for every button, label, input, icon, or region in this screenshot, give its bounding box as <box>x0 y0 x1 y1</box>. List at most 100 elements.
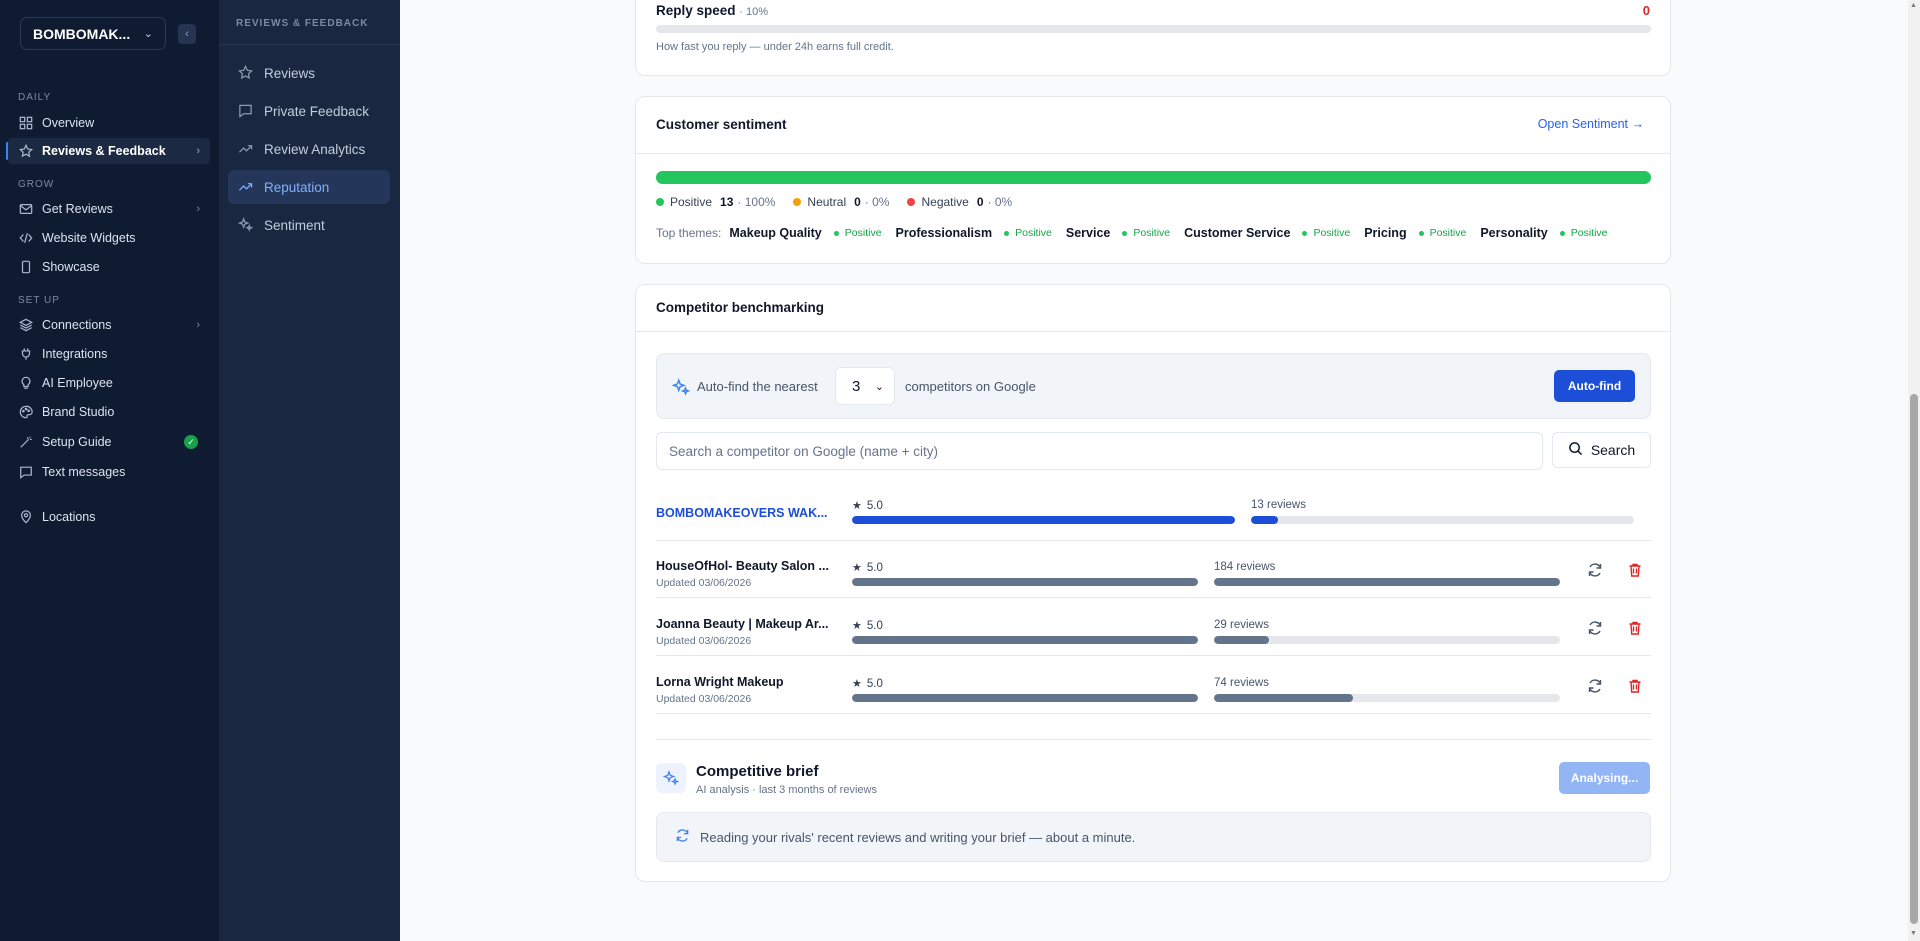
analysing-button[interactable]: Analysing... <box>1559 762 1650 794</box>
chevron-down-icon: ⌄ <box>874 380 884 393</box>
rating: ★ 5.0 <box>852 619 883 633</box>
negative-dot <box>907 198 916 206</box>
rating-value: 5.0 <box>866 561 883 574</box>
star-icon: ★ <box>852 500 862 512</box>
workspace-switcher[interactable]: BOMBOMAK... ⌄ <box>20 17 166 50</box>
subnav-item-reviews[interactable]: Reviews <box>228 56 390 90</box>
theme-badge: Positive <box>1302 227 1350 239</box>
competitor-name: Lorna Wright Makeup <box>656 675 784 689</box>
sidebar-item-brand-studio[interactable]: Brand Studio <box>8 399 210 425</box>
scroll-down-arrow[interactable]: ▼ <box>1910 930 1917 937</box>
sentiment-bar <box>656 171 1651 184</box>
sidebar-item-label: Reviews & Feedback <box>42 144 166 158</box>
reply-speed-title: Reply speed · 10% <box>656 3 768 18</box>
star-icon: ★ <box>852 562 862 574</box>
neutral-dot <box>793 198 802 206</box>
competitor-row: Lorna Wright Makeup Updated 03/06/2026 ★… <box>656 657 1651 714</box>
search-button-label: Search <box>1590 442 1636 458</box>
subnav-item-label: Private Feedback <box>264 103 370 119</box>
divider <box>636 331 1670 332</box>
palette-icon <box>18 404 34 420</box>
subnav-item-sentiment[interactable]: Sentiment <box>228 208 390 242</box>
positive-pct: · 100% <box>737 195 776 209</box>
layers-icon <box>18 317 34 333</box>
sidebar-item-get-reviews[interactable]: Get Reviews › <box>8 196 210 222</box>
review-count-bar <box>1214 578 1560 586</box>
review-count-bar-fill <box>1251 516 1278 524</box>
rating-bar <box>852 636 1198 644</box>
legend-neutral: Neutral 0 · 0% <box>793 195 889 209</box>
rating-bar-fill <box>852 694 1198 702</box>
sidebar-item-reviews-feedback[interactable]: Reviews & Feedback › <box>6 138 210 164</box>
message-icon <box>238 103 254 119</box>
refresh-icon[interactable] <box>1587 678 1603 694</box>
autofind-prefix: Auto-find the nearest <box>697 379 818 394</box>
customer-sentiment-card: Customer sentiment Open Sentiment → Posi… <box>635 96 1671 264</box>
theme-name: Pricing <box>1364 226 1407 240</box>
trend-icon <box>238 141 254 157</box>
competitor-row: Joanna Beauty | Makeup Ar... Updated 03/… <box>656 599 1651 656</box>
rating-bar <box>852 694 1198 702</box>
open-sentiment-link[interactable]: Open Sentiment → <box>1538 117 1644 131</box>
loading-icon <box>675 828 700 846</box>
competitor-count-value: 3 <box>852 377 861 395</box>
scroll-up-arrow[interactable]: ▲ <box>1910 2 1917 9</box>
theme-name: Service <box>1065 226 1111 240</box>
competitor-search-input[interactable] <box>656 432 1543 470</box>
subnav-item-reputation[interactable]: Reputation <box>228 170 390 204</box>
subnav-item-review-analytics[interactable]: Review Analytics <box>228 132 390 166</box>
own-business-row: BOMBOMAKEOVERS WAK... ★ 5.0 13 reviews <box>656 484 1651 541</box>
workspace-name: BOMBOMAK... <box>33 25 131 42</box>
divider <box>656 739 1651 740</box>
collapse-sidebar-button[interactable]: ‹ <box>178 24 196 44</box>
legend-positive: Positive 13 · 100% <box>656 195 775 209</box>
mail-icon <box>18 201 34 217</box>
sidebar-item-label: Setup Guide <box>42 435 112 449</box>
theme-chip: Pricing Positive <box>1364 226 1466 240</box>
sparkle-icon <box>238 217 254 233</box>
sidebar-item-locations[interactable]: Locations <box>8 504 210 530</box>
sidebar-item-ai-employee[interactable]: AI Employee <box>8 370 210 396</box>
sidebar-item-label: Text messages <box>42 465 126 479</box>
competitor-row: HouseOfHol- Beauty Salon ... Updated 03/… <box>656 541 1651 598</box>
trash-icon[interactable] <box>1627 678 1643 694</box>
top-themes: Top themes: Makeup Quality Positive Profe… <box>656 226 1622 240</box>
sparkle-icon <box>671 378 691 396</box>
vertical-scrollbar[interactable]: ▲ ▼ <box>1908 0 1920 941</box>
scrollbar-thumb[interactable] <box>1910 394 1918 924</box>
sidebar-item-integrations[interactable]: Integrations <box>8 341 210 367</box>
subnav-item-label: Sentiment <box>264 217 325 233</box>
brief-status-text: Reading your rivals' recent reviews and … <box>700 829 1136 845</box>
rating-bar-fill <box>852 578 1198 586</box>
review-count: 74 reviews <box>1214 677 1269 689</box>
sidebar-item-setup-guide[interactable]: Setup Guide ✓ <box>8 429 210 455</box>
sidebar-item-connections[interactable]: Connections › <box>8 312 210 338</box>
subnav-item-private-feedback[interactable]: Private Feedback <box>228 94 390 128</box>
rating: ★ 5.0 <box>852 499 883 513</box>
sidebar-item-label: Integrations <box>42 347 108 361</box>
theme-badge: Positive <box>833 227 882 239</box>
refresh-icon[interactable] <box>1587 562 1603 578</box>
subnav-item-label: Review Analytics <box>264 141 366 157</box>
sidebar-item-text-messages[interactable]: Text messages <box>8 459 210 485</box>
reply-speed-hint: How fast you reply — under 24h earns ful… <box>656 41 894 53</box>
brief-status: Reading your rivals' recent reviews and … <box>656 812 1651 862</box>
search-button[interactable]: Search <box>1552 432 1651 468</box>
autofind-button[interactable]: Auto-find <box>1554 370 1635 402</box>
reply-speed-card: Reply speed · 10% 0 How fast you reply —… <box>635 0 1671 76</box>
sidebar-item-label: Showcase <box>42 260 100 274</box>
sidebar-item-website-widgets[interactable]: Website Widgets <box>8 225 210 251</box>
sidebar-item-showcase[interactable]: Showcase <box>8 254 210 280</box>
competitor-count-select[interactable]: 3 ⌄ <box>835 367 895 405</box>
sidebar-item-overview[interactable]: Overview <box>8 110 210 136</box>
business-name[interactable]: BOMBOMAKEOVERS WAK... <box>656 506 836 520</box>
trash-icon[interactable] <box>1627 620 1643 636</box>
trash-icon[interactable] <box>1627 562 1643 578</box>
theme-badge-label: Positive <box>1570 227 1608 239</box>
subnav-item-label: Reviews <box>264 65 316 81</box>
subnav-item-label: Reputation <box>264 179 330 195</box>
refresh-icon[interactable] <box>1587 620 1603 636</box>
review-count: 29 reviews <box>1214 619 1269 631</box>
star-icon: ★ <box>852 620 862 632</box>
sidebar-item-label: Connections <box>42 318 112 332</box>
